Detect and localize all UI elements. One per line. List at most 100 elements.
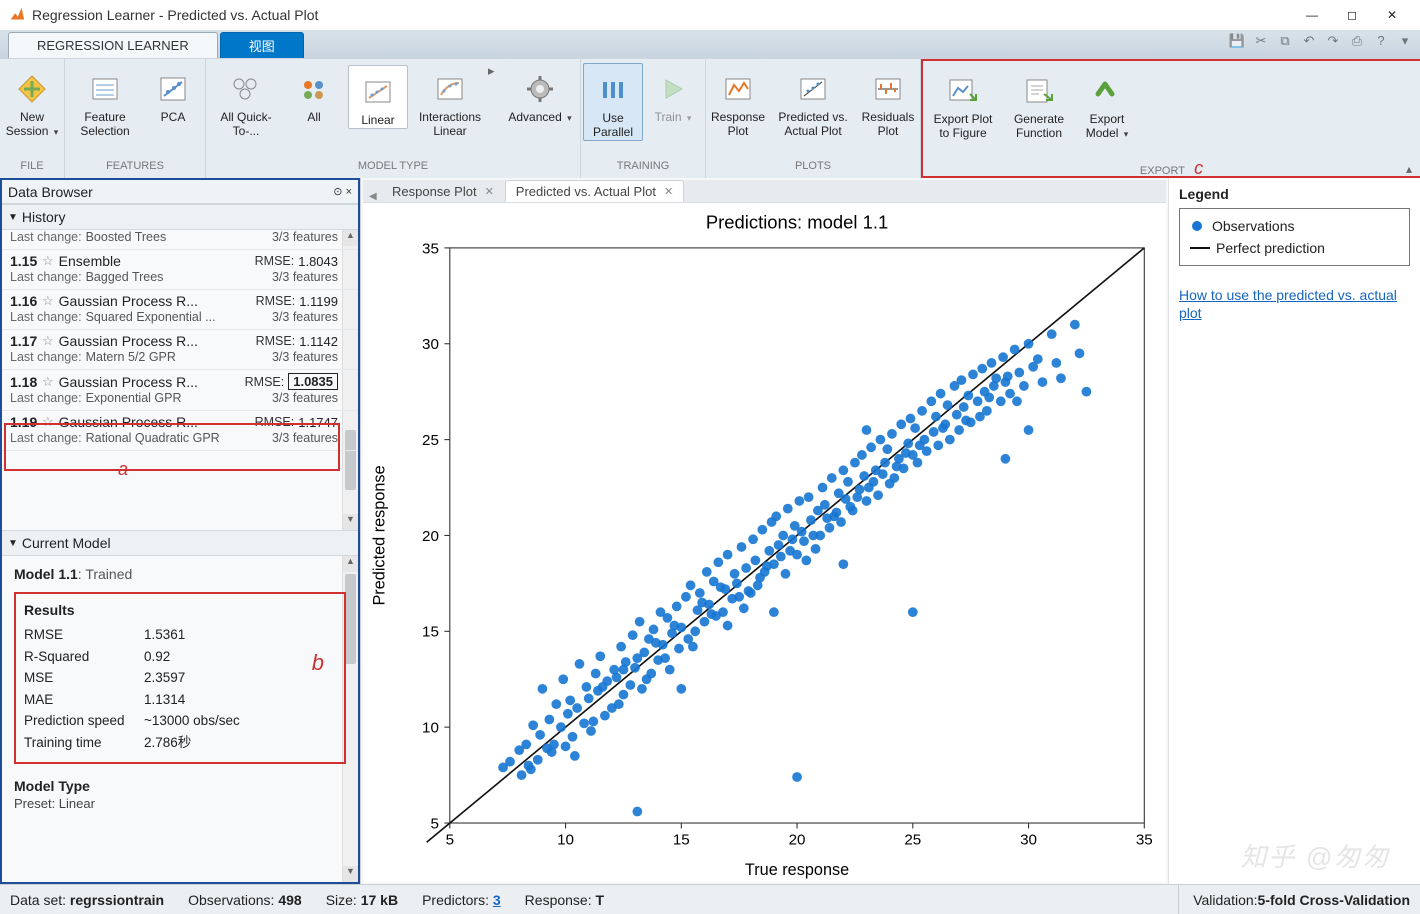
svg-text:20: 20 [789,832,806,849]
minimize-button[interactable]: — [1292,1,1332,29]
history-item[interactable]: 1.15☆EnsembleRMSE:1.8043Last change:Bagg… [2,250,358,290]
svg-text:5: 5 [431,815,439,832]
train-button[interactable]: Train [643,63,703,125]
legend-panel: Legend Observations Perfect prediction H… [1168,178,1420,884]
qa-menu-icon[interactable]: ▾ [1396,33,1414,51]
linear-button[interactable]: Linear [348,65,408,129]
plot-area: ◀ Response Plot✕ Predicted vs. Actual Pl… [360,178,1420,884]
model-type-heading: Model Type [14,778,346,794]
svg-text:Predictions: model 1.1: Predictions: model 1.1 [706,211,888,232]
plot-main: ◀ Response Plot✕ Predicted vs. Actual Pl… [363,180,1166,882]
result-row: Training time2.786秒 [24,732,336,754]
tab-pva-plot[interactable]: Predicted vs. Actual Plot✕ [505,180,684,202]
history-item[interactable]: 1.17☆Gaussian Process R...RMSE:1.1142Las… [2,330,358,370]
history-item[interactable]: 1.18☆Gaussian Process R...RMSE:1.0835Las… [2,370,358,411]
history-list: ▲▼ 1.14☆EnsembleRMSE:1.7020Last change:B… [2,230,358,530]
ribbon: New Session FILE Feature Selection PCA F… [0,58,1420,178]
qa-help-icon[interactable]: ? [1372,33,1390,51]
svg-text:True response: True response [745,861,849,879]
tab-regression-learner[interactable]: REGRESSION LEARNER [8,32,218,58]
svg-text:5: 5 [446,832,454,849]
quick-access-toolbar: 💾 ✂ ⧉ ↶ ↷ ⎙ ? ▾ [1228,33,1414,51]
status-obs: Observations: 498 [188,892,302,908]
svg-text:15: 15 [673,832,690,849]
qa-print-icon[interactable]: ⎙ [1348,33,1366,51]
svg-text:20: 20 [422,528,439,545]
svg-text:10: 10 [422,720,439,737]
current-model-header[interactable]: Current Model [2,530,358,556]
ribbon-collapse-icon[interactable]: ▴ [1406,162,1412,176]
qa-undo-icon[interactable]: ↶ [1300,33,1318,51]
maximize-button[interactable]: ◻ [1332,1,1372,29]
all-button[interactable]: All [284,63,344,125]
svg-text:30: 30 [422,336,439,353]
all-quick-button[interactable]: All Quick-To-... [208,63,284,139]
chart-svg: 51015202530355101520253035Predictions: m… [363,203,1166,890]
pva-plot-button[interactable]: Predicted vs. Actual Plot [768,63,858,139]
interactions-linear-button[interactable]: Interactions Linear [412,63,488,139]
tabstrip: REGRESSION LEARNER 视图 💾 ✂ ⧉ ↶ ↷ ⎙ ? ▾ [0,30,1420,58]
current-model-panel: ▲▼ Model 1.1: Trained Results RMSE1.5361… [2,556,358,882]
history-item[interactable]: 1.16☆Gaussian Process R...RMSE:1.1199Las… [2,290,358,330]
window-title: Regression Learner - Predicted vs. Actua… [32,7,1292,23]
history-item[interactable]: 1.14☆EnsembleRMSE:1.7020Last change:Boos… [2,230,358,250]
svg-text:35: 35 [1136,832,1153,849]
tab-response-plot[interactable]: Response Plot✕ [381,180,505,202]
annot-c: c [1194,158,1203,178]
result-row: Prediction speed~13000 obs/sec [24,710,336,732]
residuals-plot-button[interactable]: Residuals Plot [858,63,918,139]
model-gallery-expand[interactable]: ▸ [488,63,502,79]
svg-text:25: 25 [904,832,921,849]
status-predictors: Predictors: 3 [422,892,501,908]
group-file: New Session FILE [0,59,65,178]
tab-prev-icon[interactable]: ◀ [369,191,381,202]
close-icon[interactable]: ✕ [664,185,673,198]
plot-tabs: ◀ Response Plot✕ Predicted vs. Actual Pl… [363,180,1166,203]
svg-text:15: 15 [422,624,439,641]
group-training: Use Parallel Train TRAINING [581,59,706,178]
qa-redo-icon[interactable]: ↷ [1324,33,1342,51]
group-modeltype: All Quick-To-... All Linear Interactions… [206,59,581,178]
group-features: Feature Selection PCA FEATURES [65,59,206,178]
legend-obs: Observations [1188,215,1401,237]
current-model-title: Model 1.1: Trained [14,566,346,582]
svg-text:25: 25 [422,432,439,449]
annot-a: a [118,459,128,480]
result-row: R-Squared0.92 [24,646,336,668]
qa-copy-icon[interactable]: ⧉ [1276,33,1294,51]
qa-cut-icon[interactable]: ✂ [1252,33,1270,51]
body: Data Browser⊙ × History ▲▼ 1.14☆Ensemble… [0,178,1420,884]
legend-box: Observations Perfect prediction [1179,208,1410,266]
help-link[interactable]: How to use the predicted vs. actual plot [1179,286,1410,322]
close-button[interactable]: ✕ [1372,1,1412,29]
data-browser-header[interactable]: Data Browser⊙ × [2,180,358,204]
data-browser: Data Browser⊙ × History ▲▼ 1.14☆Ensemble… [0,178,360,884]
feature-selection-button[interactable]: Feature Selection [67,63,143,139]
history-item[interactable]: 1.19☆Gaussian Process R...RMSE:1.1747Las… [2,411,358,451]
export-plot-button[interactable]: Export Plot to Figure [925,65,1001,141]
status-size: Size: 17 kB [326,892,398,908]
legend-perf: Perfect prediction [1188,237,1401,259]
generate-function-button[interactable]: Generate Function [1001,65,1077,141]
new-session-button[interactable]: New Session [2,63,62,139]
group-export: Export Plot to Figure Generate Function … [921,59,1420,178]
qa-save-icon[interactable]: 💾 [1228,33,1246,51]
results-box: Results RMSE1.5361R-Squared0.92MSE2.3597… [14,592,346,764]
svg-text:Predicted response: Predicted response [371,465,389,605]
close-icon[interactable]: ✕ [485,185,494,198]
export-model-button[interactable]: Export Model [1077,65,1137,141]
svg-text:10: 10 [557,832,574,849]
line-icon [1190,247,1210,249]
annot-b: b [312,650,324,676]
preset-label: Preset: Linear [14,796,346,811]
pca-button[interactable]: PCA [143,63,203,125]
tab-view[interactable]: 视图 [220,32,304,58]
advanced-button[interactable]: Advanced [502,63,578,125]
response-plot-button[interactable]: Response Plot [708,63,768,139]
svg-text:35: 35 [422,240,439,257]
history-header[interactable]: History [2,204,358,230]
result-row: MAE1.1314 [24,689,336,711]
result-row: RMSE1.5361 [24,624,336,646]
use-parallel-button[interactable]: Use Parallel [583,63,643,141]
plot-canvas[interactable]: 51015202530355101520253035Predictions: m… [363,203,1166,890]
